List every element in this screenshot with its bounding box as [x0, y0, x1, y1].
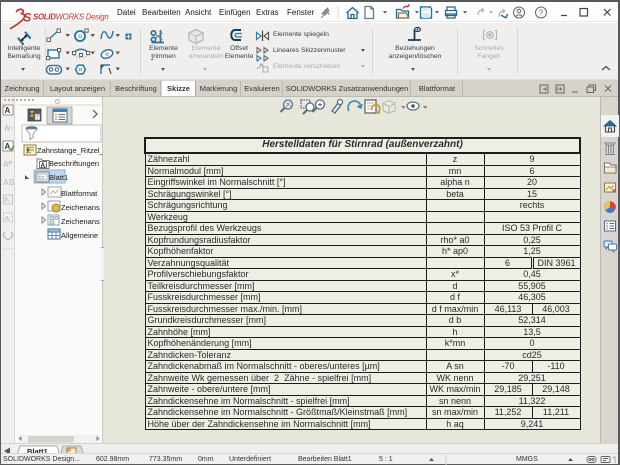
svg-text:Blattformat: Blattformat: [61, 189, 98, 198]
svg-text:A: A: [4, 124, 10, 133]
svg-text:A: A: [5, 216, 10, 223]
svg-text:A: A: [41, 163, 46, 169]
svg-text:?: ?: [539, 8, 544, 17]
svg-text:Allgemeine: Allgemeine: [61, 231, 98, 240]
svg-text:S: S: [24, 12, 32, 24]
svg-text:Beschriftungen: Beschriftungen: [49, 159, 99, 168]
svg-text:A: A: [3, 160, 9, 169]
svg-text:Zeichenans: Zeichenans: [61, 203, 100, 212]
svg-text:Blatt1: Blatt1: [49, 173, 68, 182]
svg-text:A: A: [5, 106, 11, 115]
svg-text:SOLIDWORKS Design: SOLIDWORKS Design: [33, 13, 108, 22]
svg-text:A: A: [5, 142, 11, 151]
svg-text:Zahnstange_Ritzel_2: Zahnstange_Ritzel_2: [37, 146, 103, 155]
svg-text:AB: AB: [3, 178, 15, 187]
svg-text:Zeichenans: Zeichenans: [61, 217, 100, 226]
